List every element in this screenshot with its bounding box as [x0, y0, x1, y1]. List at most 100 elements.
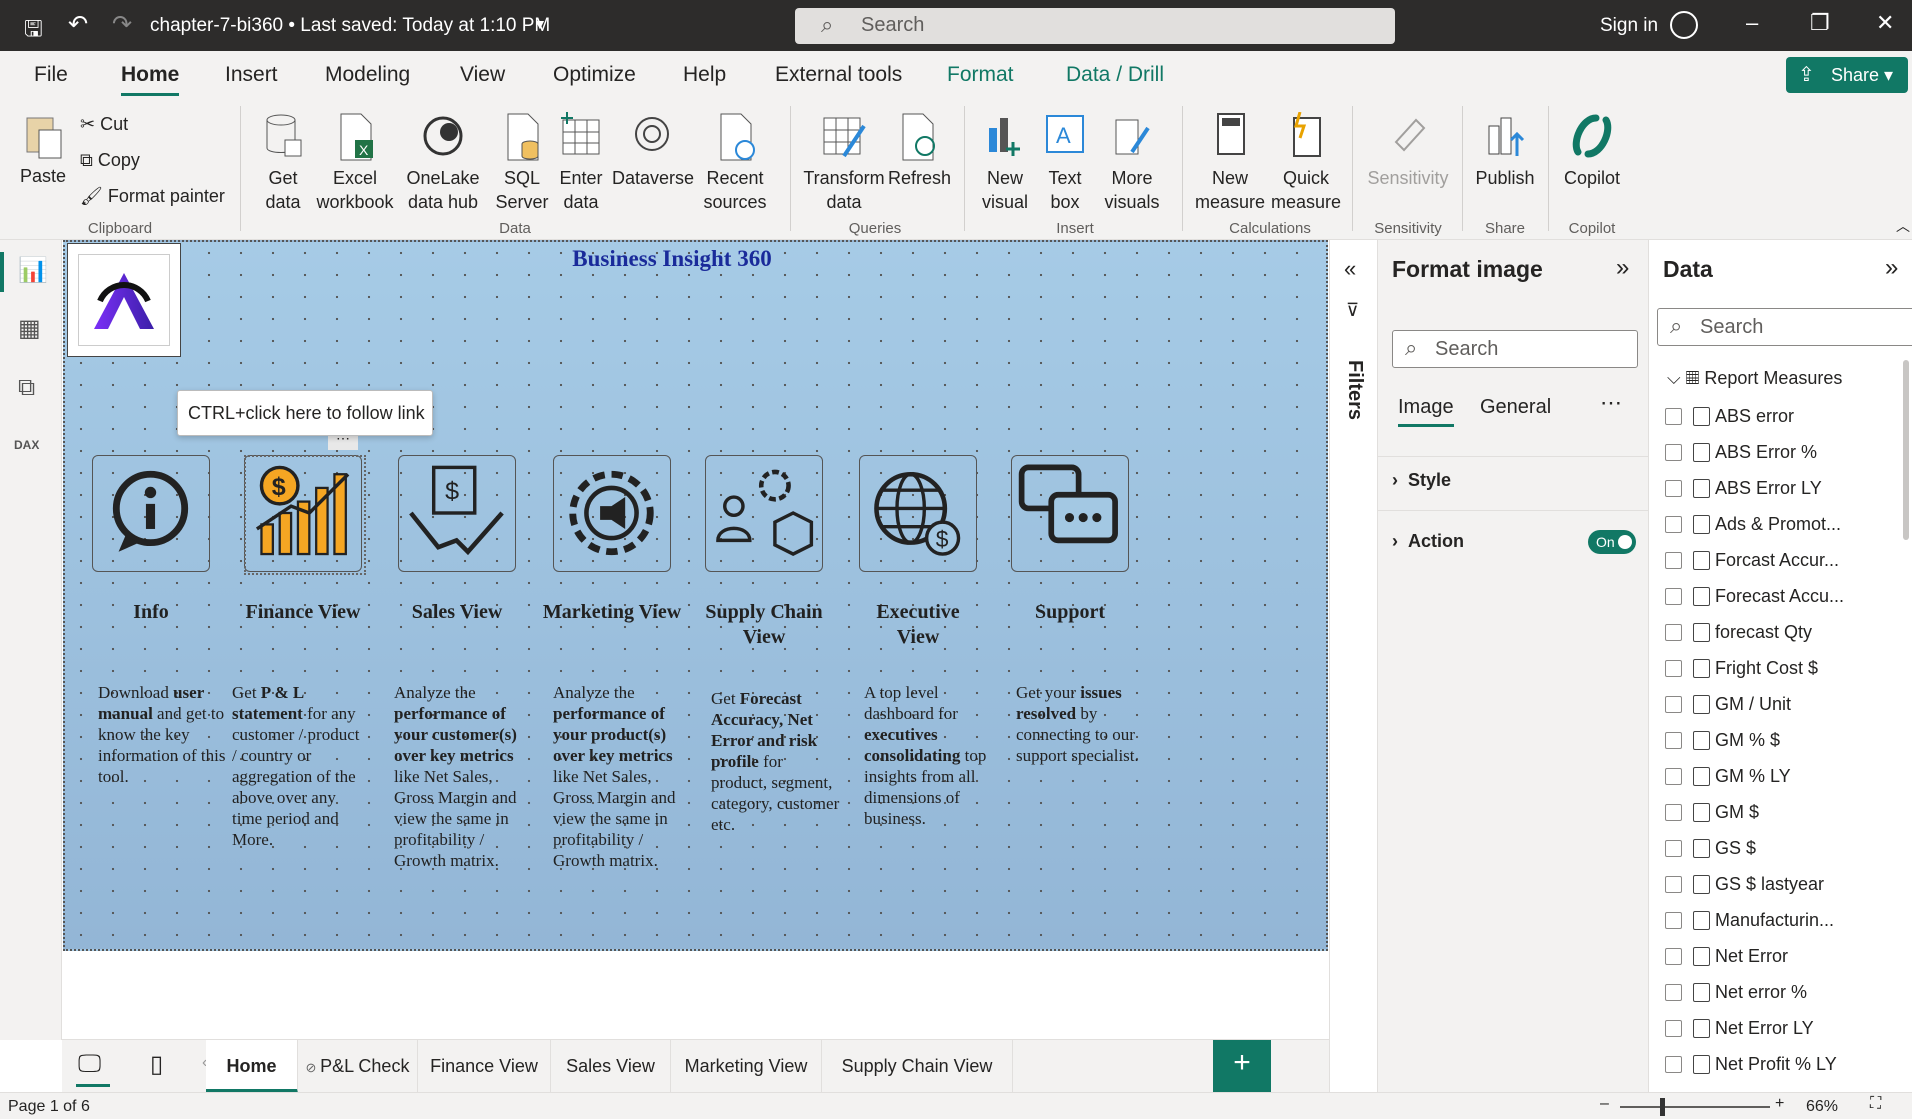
tile-executive-view[interactable]: $ — [859, 455, 977, 572]
minimize-icon[interactable]: – — [1746, 10, 1758, 36]
field-checkbox[interactable] — [1665, 876, 1682, 893]
excel-workbook-button[interactable]: X Excel workbook — [315, 112, 395, 214]
field-checkbox[interactable] — [1665, 624, 1682, 641]
page-tab[interactable]: Marketing View — [671, 1040, 822, 1093]
onelake-button[interactable]: OneLake data hub — [400, 112, 486, 214]
tab-format[interactable]: Format — [947, 63, 1014, 87]
field-checkbox[interactable] — [1665, 444, 1682, 461]
add-page-button[interactable]: + — [1213, 1040, 1271, 1093]
more-visuals-button[interactable]: More visuals — [1094, 112, 1170, 214]
undo-icon[interactable]: ↶ — [68, 10, 88, 39]
transform-data-button[interactable]: Transform data — [800, 112, 888, 214]
share-button[interactable]: ⇪ Share ▾ — [1786, 57, 1908, 93]
get-data-button[interactable]: Get data — [255, 112, 311, 214]
tab-insert[interactable]: Insert — [225, 63, 278, 87]
sql-server-button[interactable]: SQL Server — [494, 112, 550, 214]
tile-info[interactable] — [92, 455, 210, 572]
field-checkbox[interactable] — [1665, 516, 1682, 533]
format-painter-button[interactable]: 🖌 Format painter — [80, 184, 225, 208]
field-item[interactable]: Ads & Promot... — [1665, 514, 1841, 535]
field-checkbox[interactable] — [1665, 768, 1682, 785]
avatar-icon[interactable] — [1670, 11, 1698, 39]
enter-data-button[interactable]: Enter data — [556, 112, 606, 214]
tab-image[interactable]: Image — [1398, 396, 1454, 427]
collapse-pane-icon[interactable]: » — [1885, 254, 1898, 282]
dax-query-view-icon[interactable]: DAX — [14, 438, 39, 452]
tab-help[interactable]: Help — [683, 63, 726, 87]
page-tab[interactable]: Home — [206, 1040, 298, 1093]
field-checkbox[interactable] — [1665, 588, 1682, 605]
more-options-icon[interactable]: ⋯ — [1600, 390, 1622, 416]
text-box-button[interactable]: A Text box — [1040, 112, 1090, 214]
copilot-button[interactable]: Copilot — [1556, 112, 1628, 190]
field-item[interactable]: Forecast Accu... — [1665, 586, 1844, 607]
section-action[interactable]: › Action — [1392, 531, 1464, 552]
copy-button[interactable]: ⧉ Copy — [80, 148, 140, 172]
field-item[interactable]: Forcast Accur... — [1665, 550, 1839, 571]
tab-modeling[interactable]: Modeling — [325, 63, 410, 87]
zoom-in-icon[interactable]: + — [1775, 1095, 1784, 1113]
save-icon[interactable]: 🖫 — [24, 12, 43, 50]
refresh-button[interactable]: Refresh — [888, 112, 951, 190]
field-checkbox[interactable] — [1665, 948, 1682, 965]
tab-data-drill[interactable]: Data / Drill — [1066, 63, 1164, 87]
table-view-icon[interactable]: ▦ — [18, 314, 41, 343]
field-checkbox[interactable] — [1665, 804, 1682, 821]
new-visual-button[interactable]: New visual — [972, 112, 1038, 214]
restore-icon[interactable]: ❐ — [1810, 10, 1830, 36]
field-item[interactable]: ABS Error LY — [1665, 478, 1822, 499]
field-checkbox[interactable] — [1665, 840, 1682, 857]
dataverse-button[interactable]: Dataverse — [612, 112, 694, 190]
model-view-icon[interactable]: ⧉ — [18, 374, 35, 402]
collapse-ribbon-icon[interactable]: ︿ — [1896, 216, 1910, 236]
format-search-input[interactable]: ⌕ Search — [1392, 330, 1638, 368]
page-tab[interactable]: Finance View — [418, 1040, 551, 1093]
field-checkbox[interactable] — [1665, 408, 1682, 425]
field-item[interactable]: Net Error LY — [1665, 1018, 1814, 1039]
tab-file[interactable]: File — [34, 63, 68, 87]
field-checkbox[interactable] — [1665, 1056, 1682, 1073]
page-tab[interactable]: Sales View — [551, 1040, 671, 1093]
page-tab[interactable]: ⊘ P&L Check — [298, 1040, 418, 1093]
zoom-slider[interactable] — [1620, 1098, 1770, 1116]
data-search-input[interactable]: ⌕ Search — [1657, 308, 1912, 346]
quick-measure-button[interactable]: Quick measure — [1268, 112, 1344, 214]
field-checkbox[interactable] — [1665, 912, 1682, 929]
tab-optimize[interactable]: Optimize — [553, 63, 636, 87]
recent-sources-button[interactable]: Recent sources — [695, 112, 775, 214]
field-item[interactable]: Net error % — [1665, 982, 1807, 1003]
field-item[interactable]: GS $ — [1665, 838, 1756, 859]
desktop-layout-icon[interactable]: 🖵 — [78, 1050, 101, 1078]
publish-button[interactable]: Publish — [1470, 112, 1540, 190]
tile-sales-view[interactable]: $ — [398, 455, 516, 572]
field-checkbox[interactable] — [1665, 480, 1682, 497]
filters-pane-collapsed[interactable]: « ⊽ Filters — [1329, 240, 1378, 1092]
field-item[interactable]: GM % LY — [1665, 766, 1791, 787]
field-checkbox[interactable] — [1665, 552, 1682, 569]
report-view-icon[interactable]: 📊 — [18, 256, 48, 285]
field-item[interactable]: ABS Error % — [1665, 442, 1817, 463]
cut-button[interactable]: ✂ Cut — [80, 112, 128, 136]
field-checkbox[interactable] — [1665, 984, 1682, 1001]
file-title[interactable]: chapter-7-bi360 • Last saved: Today at 1… — [150, 15, 550, 37]
tab-general[interactable]: General — [1480, 396, 1551, 419]
selection-frame[interactable] — [244, 455, 366, 575]
field-item[interactable]: Net Error — [1665, 946, 1788, 967]
field-checkbox[interactable] — [1665, 696, 1682, 713]
chevron-down-icon[interactable]: ▼ — [533, 16, 547, 32]
close-icon[interactable]: ✕ — [1876, 10, 1894, 36]
search-input[interactable]: ⌕ Search — [795, 8, 1395, 44]
tab-home[interactable]: Home — [121, 63, 180, 96]
field-item[interactable]: GM $ — [1665, 802, 1759, 823]
sign-in-link[interactable]: Sign in — [1600, 15, 1658, 37]
scrollbar[interactable] — [1903, 360, 1909, 540]
tab-view[interactable]: View — [460, 63, 505, 87]
field-item[interactable]: GM / Unit — [1665, 694, 1791, 715]
paste-button[interactable]: Paste — [18, 112, 68, 188]
section-style[interactable]: › Style — [1392, 470, 1451, 491]
field-checkbox[interactable] — [1665, 1020, 1682, 1037]
field-item[interactable]: Fright Cost $ — [1665, 658, 1818, 679]
field-item[interactable]: GM % $ — [1665, 730, 1780, 751]
zoom-out-icon[interactable]: – — [1600, 1095, 1609, 1113]
tab-external-tools[interactable]: External tools — [775, 63, 902, 87]
